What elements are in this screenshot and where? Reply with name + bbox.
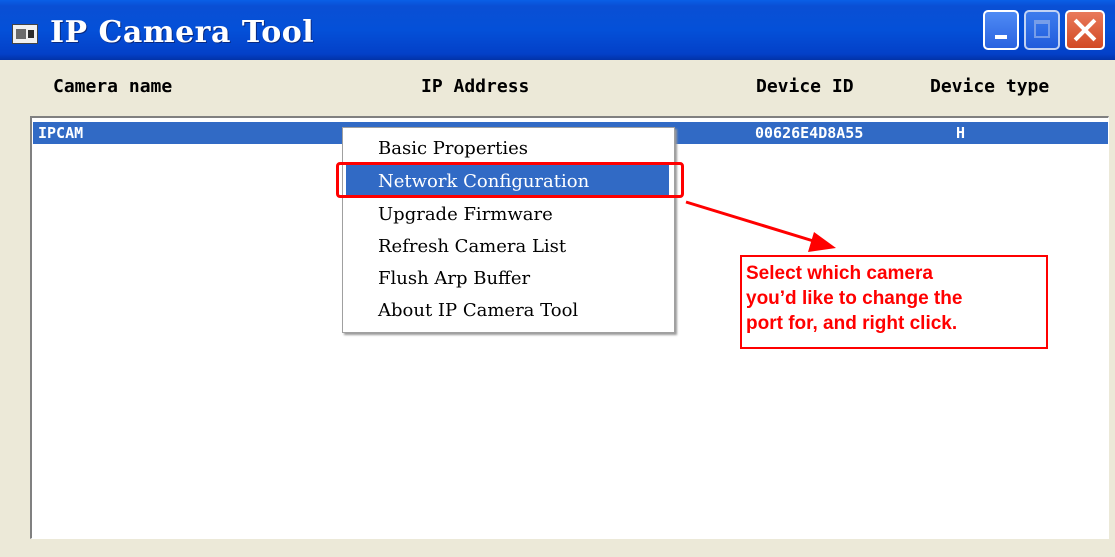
annotation-arrow-head [808, 232, 836, 252]
annotation-line: Select which camera [746, 263, 933, 284]
annotation-line: you’d like to change the [746, 288, 963, 309]
annotation-line: port for, and right click. [746, 313, 958, 334]
annotation-arrow-line [685, 200, 821, 245]
annotation-callout: Select which camera you’d like to change… [740, 255, 1048, 349]
